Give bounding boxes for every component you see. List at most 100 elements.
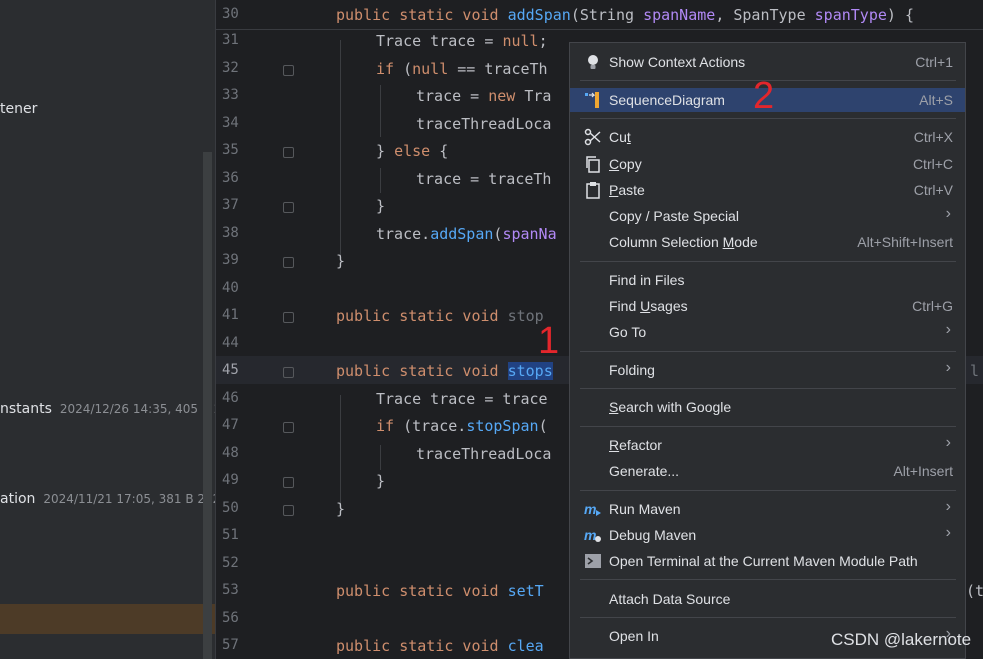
code-line-53-tail: (t <box>966 582 983 600</box>
menu-item-shortcut: Alt+Shift+Insert <box>857 234 953 250</box>
clipboard-icon <box>586 182 600 199</box>
copy-icon <box>586 156 600 173</box>
code-line-37[interactable]: } <box>376 197 385 215</box>
menu-item-generate[interactable]: Generate... Alt+Insert <box>570 459 965 483</box>
menu-separator <box>580 490 956 491</box>
menu-separator <box>580 351 956 352</box>
fold-marker-icon[interactable] <box>283 505 294 516</box>
menu-item-label: Run Maven <box>609 501 681 517</box>
line-number: 47 <box>222 417 239 433</box>
line-number: 57 <box>222 637 239 653</box>
fold-marker-icon[interactable] <box>283 65 294 76</box>
menu-item-shortcut: Ctrl+C <box>912 156 953 172</box>
project-scrollbar[interactable] <box>203 152 212 659</box>
code-line-36[interactable]: trace = traceTh <box>416 170 551 188</box>
code-line-53[interactable]: public static void setT <box>336 582 544 600</box>
menu-separator <box>580 579 956 580</box>
menu-item-copy-paste-special[interactable]: Copy / Paste Special › <box>570 204 965 228</box>
menu-item-label: SequenceDiagram <box>609 92 725 108</box>
project-file-item[interactable]: ation 2024/11/21 17:05, 381 B 2025/ <box>0 491 232 507</box>
menu-item-label: Open In <box>609 628 659 644</box>
fold-marker-icon[interactable] <box>283 367 294 378</box>
code-line-46[interactable]: Trace trace = trace <box>376 390 548 408</box>
code-line-41[interactable]: public static void stop <box>336 307 544 325</box>
menu-item-find-usages[interactable]: Find Usages Ctrl+G <box>570 294 965 318</box>
chevron-right-icon: › <box>945 498 951 515</box>
context-menu: Show Context Actions Ctrl+1 SequenceDiag… <box>569 42 966 659</box>
line-number: 33 <box>222 87 239 103</box>
fold-marker-icon[interactable] <box>283 147 294 158</box>
project-panel: tener nstants 2024/12/26 14:35, 405 B 202… <box>0 0 237 659</box>
line-number-current: 45 <box>222 362 239 378</box>
watermark: CSDN @lakernote <box>831 630 972 649</box>
line-number: 44 <box>222 335 239 351</box>
fold-marker-icon[interactable] <box>283 422 294 433</box>
line-number: 40 <box>222 280 239 296</box>
code-line-30[interactable]: public static void addSpan(String spanNa… <box>336 6 914 24</box>
menu-item-copy[interactable]: Copy Ctrl+C <box>570 152 965 176</box>
menu-item-label: Debug Maven <box>609 527 697 543</box>
line-number: 35 <box>222 142 239 158</box>
code-line-48[interactable]: traceThreadLoca <box>416 445 551 463</box>
menu-item-folding[interactable]: Folding › <box>570 358 965 382</box>
fold-marker-icon[interactable] <box>283 312 294 323</box>
menu-item-label: Paste <box>609 182 645 198</box>
menu-item-find-in-files[interactable]: Find in Files <box>570 268 965 292</box>
svg-text:m: m <box>584 527 596 543</box>
indent-guide <box>380 85 381 137</box>
menu-item-label: Attach Data Source <box>609 591 731 607</box>
code-line-45[interactable]: public static void stops <box>336 362 553 380</box>
menu-item-shortcut: Alt+S <box>919 92 953 108</box>
code-line-38[interactable]: trace.addSpan(spanNa <box>376 225 557 243</box>
line-number: 36 <box>222 170 239 186</box>
code-line-50[interactable]: } <box>336 500 345 518</box>
code-line-49[interactable]: } <box>376 472 385 490</box>
code-line-32[interactable]: if (null == traceTh <box>376 60 548 78</box>
code-line-47[interactable]: if (trace.stopSpan( <box>376 417 548 435</box>
code-line-33[interactable]: trace = new Tra <box>416 87 551 105</box>
code-line-31[interactable]: Trace trace = null; <box>376 32 548 50</box>
menu-item-cut[interactable]: Cut Ctrl+X <box>570 125 965 149</box>
menu-item-run-maven[interactable]: m Run Maven › <box>570 497 965 521</box>
fold-marker-icon[interactable] <box>283 257 294 268</box>
menu-item-show-context-actions[interactable]: Show Context Actions Ctrl+1 <box>570 50 965 74</box>
fold-marker-icon[interactable] <box>283 202 294 213</box>
menu-item-debug-maven[interactable]: m Debug Maven › <box>570 523 965 547</box>
project-file-item[interactable]: tener <box>0 101 37 117</box>
fold-marker-icon[interactable] <box>283 477 294 488</box>
menu-item-column-selection-mode[interactable]: Column Selection Mode Alt+Shift+Insert <box>570 230 965 254</box>
line-number: 30 <box>222 6 239 22</box>
project-file-item[interactable]: nstants 2024/12/26 14:35, 405 B 202 <box>0 401 237 417</box>
menu-item-shortcut: Ctrl+X <box>913 129 953 145</box>
selected-row-highlight <box>0 604 215 634</box>
line-number: 51 <box>222 527 239 543</box>
chevron-right-icon: › <box>945 321 951 338</box>
line-number: 38 <box>222 225 239 241</box>
code-line-57[interactable]: public static void clea <box>336 637 544 655</box>
line-number: 53 <box>222 582 239 598</box>
menu-item-label: Cut <box>609 129 631 145</box>
menu-item-label: Refactor <box>609 437 662 453</box>
line-number: 31 <box>222 32 239 48</box>
selected-method-name[interactable]: stops <box>507 362 553 380</box>
menu-item-paste[interactable]: Paste Ctrl+V <box>570 178 965 202</box>
file-name: tener <box>0 101 38 117</box>
menu-item-search-with-google[interactable]: Search with Google <box>570 395 965 419</box>
menu-item-go-to[interactable]: Go To › <box>570 320 965 344</box>
line-number: 48 <box>222 445 239 461</box>
line-number: 41 <box>222 307 239 323</box>
svg-text:m: m <box>584 501 596 517</box>
chevron-right-icon: › <box>945 524 951 541</box>
menu-item-label: Search with Google <box>609 399 732 415</box>
menu-item-open-terminal-maven[interactable]: Open Terminal at the Current Maven Modul… <box>570 549 965 573</box>
line-number: 49 <box>222 472 239 488</box>
menu-item-attach-data-source[interactable]: Attach Data Source <box>570 587 965 611</box>
code-line-34[interactable]: traceThreadLoca <box>416 115 551 133</box>
menu-item-label: Copy <box>609 156 642 172</box>
file-name: nstants <box>0 401 52 417</box>
indent-guide <box>340 395 341 505</box>
line-number: 56 <box>222 610 239 626</box>
code-line-35[interactable]: } else { <box>376 142 448 160</box>
code-line-39[interactable]: } <box>336 252 345 270</box>
menu-item-refactor[interactable]: Refactor › <box>570 433 965 457</box>
